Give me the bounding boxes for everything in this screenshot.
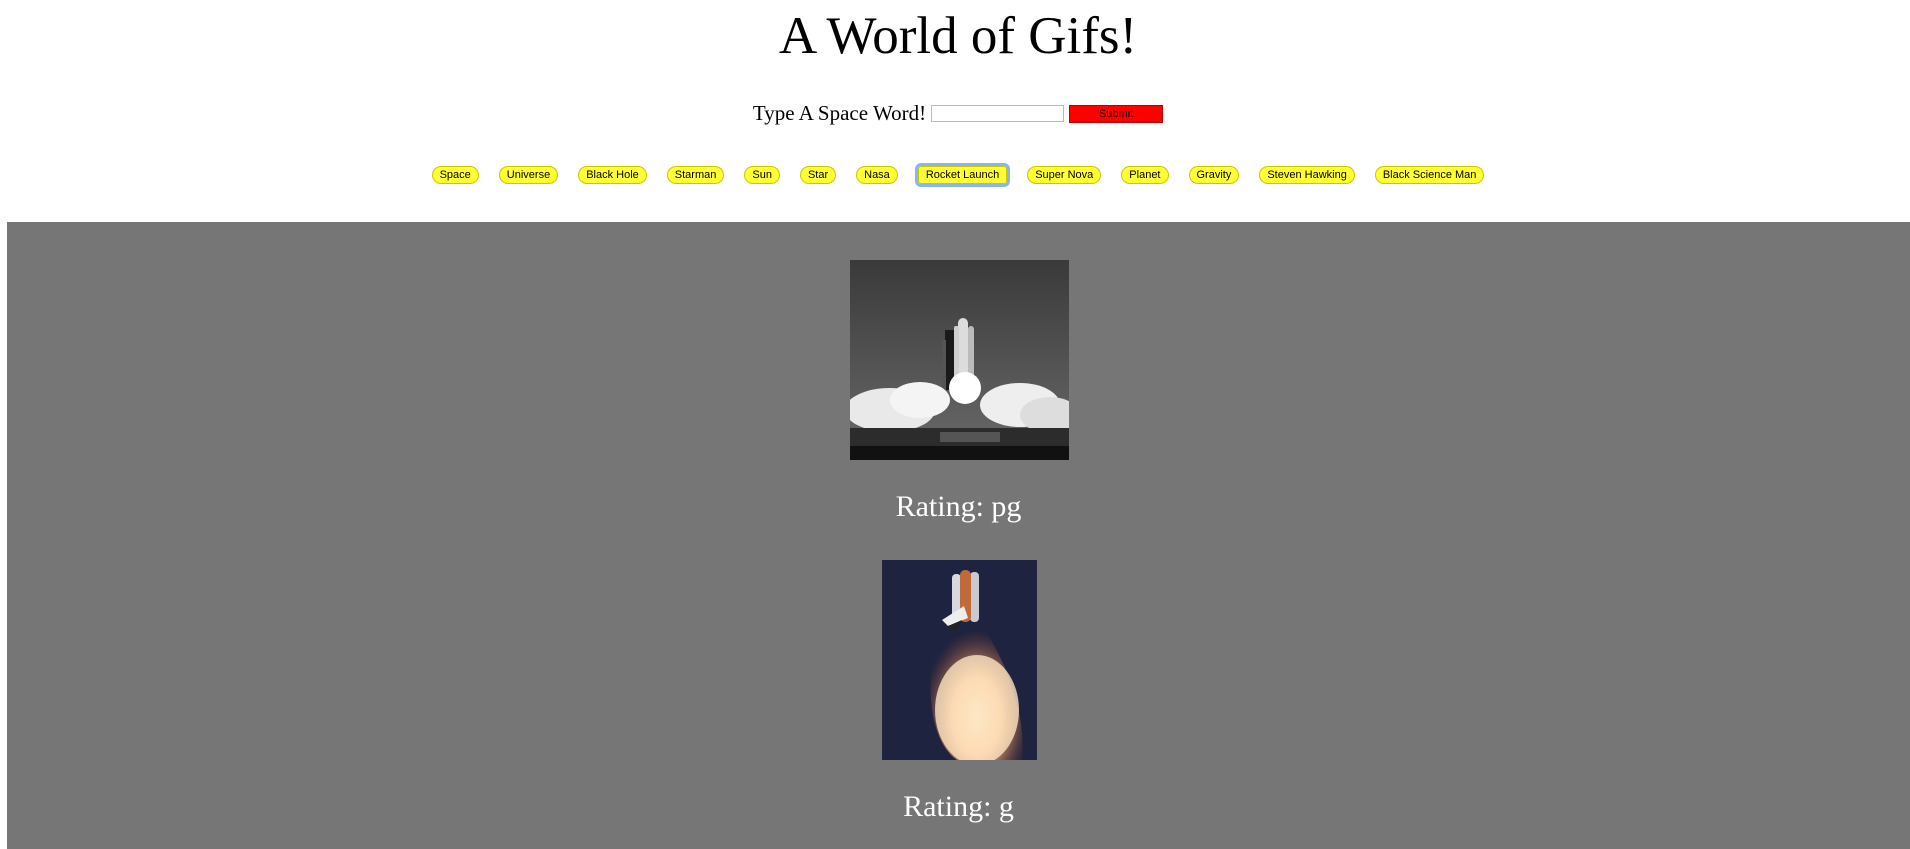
topic-button-steven-hawking[interactable]: Steven Hawking xyxy=(1259,166,1355,184)
topic-button-rocket-launch[interactable]: Rocket Launch xyxy=(914,163,1011,187)
rating-1: Rating: pg xyxy=(895,490,1022,523)
search-form: Type A Space Word! Submit xyxy=(0,101,1910,126)
topic-button-planet[interactable]: Planet xyxy=(1121,166,1169,184)
rating-2: Rating: g xyxy=(903,790,1014,823)
topic-button-star[interactable]: Star xyxy=(799,166,837,184)
topic-button-nasa[interactable]: Nasa xyxy=(856,166,898,184)
topic-button-black-science-man[interactable]: Black Science Man xyxy=(1374,166,1485,184)
topic-button-super-nova[interactable]: Super Nova xyxy=(1027,166,1102,184)
gif-results: Rating: pg Rating: g xyxy=(7,222,1910,849)
topic-button-sun[interactable]: Sun xyxy=(744,166,780,184)
submit-button[interactable]: Submit xyxy=(1069,104,1164,123)
topic-button-universe[interactable]: Universe xyxy=(498,166,559,184)
page: A World of Gifs! Type A Space Word! Subm… xyxy=(0,0,1910,849)
topic-button-black-hole[interactable]: Black Hole xyxy=(578,166,647,184)
topic-buttons: Space Universe Black Hole Starman Sun St… xyxy=(0,163,1910,187)
search-input[interactable] xyxy=(931,105,1065,122)
topic-button-gravity[interactable]: Gravity xyxy=(1188,166,1240,184)
gif-image-1[interactable] xyxy=(850,260,1069,460)
page-title: A World of Gifs! xyxy=(778,7,1138,65)
gif-image-2[interactable] xyxy=(882,560,1037,760)
topic-button-space[interactable]: Space xyxy=(431,166,479,184)
topic-button-starman[interactable]: Starman xyxy=(666,166,725,184)
search-label: Type A Space Word! xyxy=(752,101,927,125)
